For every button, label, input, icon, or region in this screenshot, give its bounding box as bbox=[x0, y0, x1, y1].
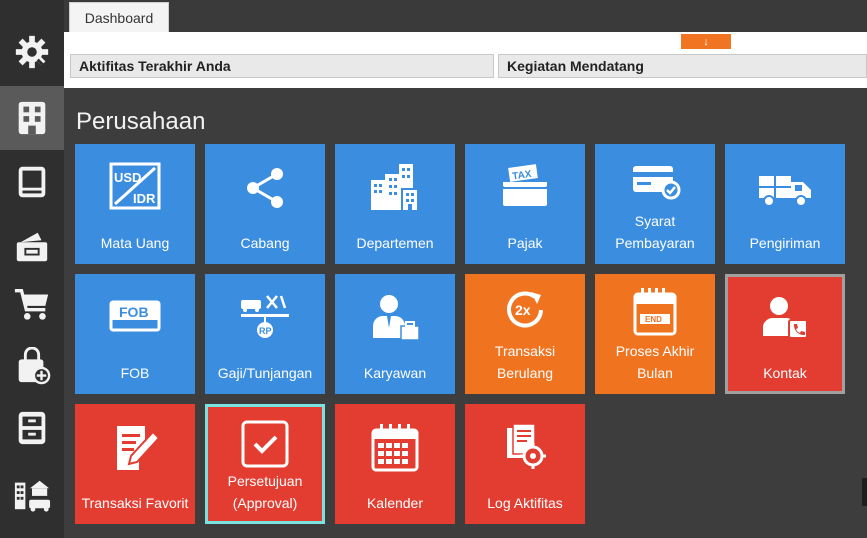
tile-label: Departemen bbox=[356, 235, 434, 251]
tile-kontak[interactable]: Kontak bbox=[725, 274, 845, 394]
tile-label: Pajak bbox=[507, 235, 543, 251]
tile-label: Syarat Pembayaran bbox=[597, 210, 713, 254]
contact-person-icon bbox=[763, 297, 808, 339]
fob-label-icon: FOB bbox=[109, 300, 161, 332]
tile-karyawan[interactable]: Karyawan bbox=[335, 274, 455, 394]
sidebar-item-ledger[interactable] bbox=[0, 150, 64, 214]
shopping-cart-icon bbox=[14, 289, 49, 320]
tile-label: Log Aktifitas bbox=[487, 495, 563, 511]
ledger-book-icon bbox=[18, 166, 46, 198]
tile-label-line2: Bulan bbox=[637, 365, 673, 381]
tile-syarat-pembayaran[interactable]: Syarat Pembayaran bbox=[595, 144, 715, 264]
employee-icon bbox=[373, 295, 420, 341]
sidebar-item-sales[interactable] bbox=[0, 334, 64, 398]
sidebar-item-assets[interactable] bbox=[0, 462, 64, 526]
svg-text:FOB: FOB bbox=[119, 304, 149, 320]
bag-plus-icon bbox=[18, 347, 51, 385]
svg-text:2x: 2x bbox=[515, 302, 531, 318]
tile-label: Transaksi Berulang bbox=[467, 340, 583, 384]
tile-label-line1: Persetujuan bbox=[227, 473, 303, 489]
repeat-2x-icon: 2x bbox=[507, 291, 543, 328]
tile-cabang[interactable]: Cabang bbox=[205, 144, 325, 264]
branch-share-icon bbox=[247, 168, 283, 208]
tile-proses-akhir-bulan[interactable]: END Proses Akhir Bulan bbox=[595, 274, 715, 394]
tile-departemen[interactable]: Departemen bbox=[335, 144, 455, 264]
sidebar-item-purchase[interactable] bbox=[0, 272, 64, 336]
sidebar-item-wallet[interactable] bbox=[0, 214, 64, 278]
tile-label: Mata Uang bbox=[100, 235, 170, 251]
favorite-edit-icon bbox=[117, 426, 161, 470]
tile-fob[interactable]: FOB FOB bbox=[75, 274, 195, 394]
sidebar-item-inventory[interactable] bbox=[0, 396, 64, 460]
tile-label-line1: Transaksi bbox=[494, 343, 556, 359]
building-icon bbox=[18, 101, 46, 135]
cabinet-icon bbox=[18, 411, 46, 445]
tile-label-line1: Syarat bbox=[634, 213, 676, 229]
tile-label: FOB bbox=[120, 365, 150, 381]
svg-text:USD: USD bbox=[114, 170, 141, 185]
currency-usd-idr-icon: USD IDR bbox=[109, 162, 161, 210]
sidebar-item-settings[interactable] bbox=[0, 20, 64, 84]
calendar-icon bbox=[371, 424, 419, 472]
tile-transaksi-favorit[interactable]: Transaksi Favorit bbox=[75, 404, 195, 524]
tile-label: Persetujuan (Approval) bbox=[207, 470, 323, 514]
tile-label-line2: Berulang bbox=[496, 365, 554, 381]
settings-gear-icon bbox=[15, 35, 49, 69]
scroll-edge bbox=[862, 478, 867, 506]
department-buildings-icon bbox=[371, 164, 419, 210]
recent-activity-panel-title: Aktifitas Terakhir Anda bbox=[70, 54, 494, 78]
top-bar bbox=[64, 0, 867, 32]
buildings-car-icon bbox=[14, 480, 51, 512]
tab-dashboard[interactable]: Dashboard bbox=[69, 2, 169, 32]
approval-check-icon bbox=[241, 420, 289, 468]
tile-pengiriman[interactable]: Pengiriman bbox=[725, 144, 845, 264]
svg-text:IDR: IDR bbox=[133, 191, 156, 206]
end-calendar-icon: END bbox=[633, 288, 677, 336]
activity-log-icon bbox=[507, 423, 546, 469]
tile-transaksi-berulang[interactable]: 2x Transaksi Berulang bbox=[465, 274, 585, 394]
svg-text:TAX: TAX bbox=[512, 169, 533, 183]
wallet-icon bbox=[16, 232, 48, 262]
tile-pajak[interactable]: TAX Pajak bbox=[465, 144, 585, 264]
salary-allowance-icon: RP bbox=[241, 295, 289, 338]
tile-label-line2: Pembayaran bbox=[615, 235, 695, 251]
tile-log-aktifitas[interactable]: Log Aktifitas bbox=[465, 404, 585, 524]
tile-persetujuan-approval[interactable]: Persetujuan (Approval) bbox=[205, 404, 325, 524]
tile-label-line2: (Approval) bbox=[232, 495, 298, 511]
svg-text:RP: RP bbox=[259, 326, 272, 336]
tile-label: Kalender bbox=[366, 495, 424, 511]
upcoming-events-panel-title: Kegiatan Mendatang bbox=[498, 54, 867, 78]
tile-gaji-tunjangan[interactable]: RP Gaji/Tunjangan bbox=[205, 274, 325, 394]
tile-label-line1: Proses Akhir bbox=[615, 343, 695, 359]
tile-label: Proses Akhir Bulan bbox=[597, 340, 713, 384]
tile-kalender[interactable]: Kalender bbox=[335, 404, 455, 524]
sidebar-item-company[interactable] bbox=[0, 86, 64, 150]
delivery-truck-icon bbox=[759, 176, 811, 207]
tax-ticket-icon: TAX bbox=[503, 164, 547, 206]
svg-text:END: END bbox=[645, 315, 662, 324]
tile-label: Transaksi Favorit bbox=[81, 495, 189, 511]
tile-label: Karyawan bbox=[363, 365, 427, 381]
tile-mata-uang[interactable]: USD IDR Mata Uang bbox=[75, 144, 195, 264]
tile-label: Kontak bbox=[763, 365, 807, 381]
sidebar bbox=[0, 0, 64, 538]
collapse-arrow-button[interactable]: ↓ bbox=[681, 34, 731, 49]
tile-label: Cabang bbox=[240, 235, 290, 251]
payment-card-icon bbox=[633, 166, 681, 200]
tile-label: Gaji/Tunjangan bbox=[217, 365, 313, 381]
tile-label: Pengiriman bbox=[749, 235, 821, 251]
section-title: Perusahaan bbox=[76, 108, 206, 135]
